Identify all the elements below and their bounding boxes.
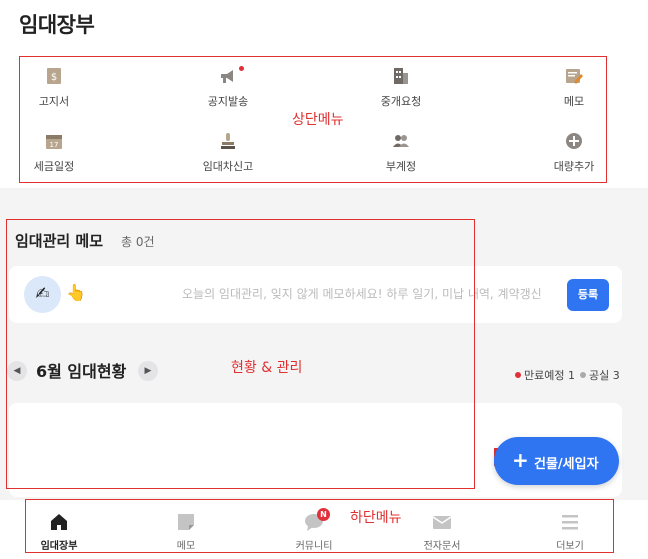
legend-label: 공실 3 [589,369,620,382]
legend-label: 만료예정 1 [524,369,575,382]
legend-expiring[interactable]: 만료예정 1 [515,367,575,383]
add-building-tenant-button[interactable]: + 건물/세입자 [494,437,619,485]
app-title: 임대장부 [19,13,95,37]
menu-item-invoice[interactable]: $ 고지서 [14,67,94,109]
menu-item-label: 대량추가 [553,160,595,173]
svg-text:17: 17 [50,141,59,149]
invoice-icon: $ [47,68,61,84]
notification-dot [239,66,244,71]
users-icon [393,135,409,147]
menu-item-brokerage[interactable]: 중개요청 [361,67,441,109]
svg-text:$: $ [51,72,57,83]
menu-item-label: 메모 [563,95,585,108]
building-icon [394,68,408,84]
megaphone-icon [221,70,233,83]
menu-item-label: 부계정 [385,160,417,173]
plus-icon: + [512,448,529,472]
menu-item-label: 세금일정 [33,160,75,173]
menu-item-tax-schedule[interactable]: 17 세금일정 [14,132,94,174]
menu-item-bulk-add[interactable]: 대량추가 [534,132,614,174]
fab-label: 건물/세입자 [534,457,599,472]
memo-pen-icon [566,69,583,84]
menu-item-notice[interactable]: 공지발송 [188,66,268,109]
top-menu-annotation: 상단메뉴 [292,112,344,128]
memo-register-button[interactable]: 등록 [567,279,609,311]
menu-item-label: 중개요청 [380,95,422,108]
menu-item-lease-report[interactable]: 임대차신고 [188,132,268,174]
red-dot-icon [515,372,521,378]
status-highlight-box [6,219,475,489]
menu-item-label: 공지발송 [207,95,249,108]
menu-item-label: 고지서 [38,95,70,108]
legend-vacant[interactable]: 공실 3 [580,367,620,383]
calendar-icon: 17 [46,135,62,149]
menu-item-memo[interactable]: 메모 [534,67,614,109]
menu-item-label: 임대차신고 [202,160,254,173]
menu-item-sub-account[interactable]: 부계정 [361,132,441,174]
plus-circle-icon [566,133,582,149]
stamp-icon [221,133,235,149]
gray-dot-icon [580,372,586,378]
bottom-menu-highlight-box [25,499,614,553]
